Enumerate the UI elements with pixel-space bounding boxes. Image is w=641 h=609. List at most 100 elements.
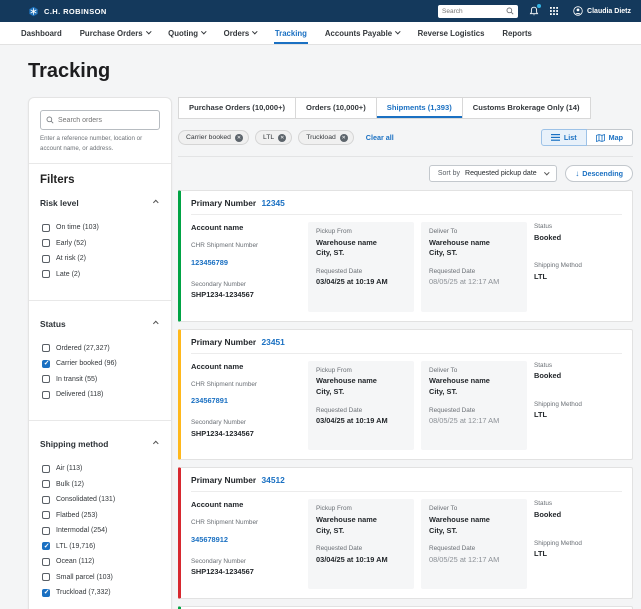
filter-option[interactable]: Delivered (118) (42, 390, 160, 399)
filter-section-header[interactable]: Status (40, 311, 160, 337)
remove-chip-icon[interactable]: ✕ (234, 133, 243, 142)
secondary-number-label: Secondary Number (191, 419, 247, 427)
checkbox-icon[interactable] (42, 511, 50, 520)
filter-option[interactable]: Carrier booked (96) (42, 359, 160, 368)
deliver-city: City, ST. (429, 386, 458, 396)
deliver-panel: Deliver To Warehouse name City, ST. Requ… (421, 499, 527, 590)
card-body: Account name CHR Shipment Number 1234567… (191, 222, 622, 312)
filter-option-label: Ocean (112) (56, 558, 95, 566)
account-column: Account name CHR Shipment number 2345678… (191, 361, 301, 451)
primary-number-link[interactable]: 34512 (262, 475, 285, 485)
pickup-warehouse: Warehouse name (316, 237, 377, 247)
filter-option[interactable]: Ordered (27,327) (42, 344, 160, 353)
filter-option[interactable]: Truckload (7,332) (42, 588, 160, 597)
checkbox-icon[interactable] (42, 495, 50, 504)
filter-option[interactable]: LTL (19,716) (42, 542, 160, 551)
checkbox-icon[interactable] (42, 464, 50, 473)
sort-by-select[interactable]: Sort by Requested pickup date (428, 165, 558, 182)
checkbox-icon[interactable] (42, 557, 50, 566)
filter-option[interactable]: Air (113) (42, 464, 160, 473)
global-search[interactable] (438, 4, 519, 18)
checkbox-icon[interactable] (42, 375, 50, 384)
tab-label: Shipments (1,393) (386, 103, 452, 112)
remove-chip-icon[interactable]: ✕ (339, 133, 348, 142)
orders-search-input[interactable] (58, 116, 154, 124)
filter-chip[interactable]: LTL ✕ (254, 130, 293, 145)
deliver-to-label: Deliver To (429, 505, 458, 513)
filter-option-label: Air (113) (56, 465, 83, 473)
chr-shipment-link[interactable]: 123456789 (191, 258, 228, 269)
search-icon (46, 116, 54, 124)
chevron-down-icon (252, 29, 258, 35)
pickup-warehouse: Warehouse name (316, 514, 377, 524)
primary-number-link[interactable]: 12345 (262, 198, 285, 208)
filter-option[interactable]: Small parcel (103) (42, 573, 160, 582)
filter-option[interactable]: Consolidated (131) (42, 495, 160, 504)
filter-option[interactable]: In transit (55) (42, 375, 160, 384)
filter-chip[interactable]: Carrier booked ✕ (178, 130, 249, 145)
checkbox-icon[interactable] (42, 390, 50, 399)
tab[interactable]: Customs Brokerage Only (14) (461, 97, 591, 119)
filter-option[interactable]: Early (52) (42, 239, 160, 248)
filter-option-label: In transit (55) (56, 375, 98, 383)
filter-option[interactable]: Bulk (12) (42, 480, 160, 489)
global-search-input[interactable] (442, 7, 507, 15)
tab[interactable]: Shipments (1,393) (375, 97, 463, 119)
checkbox-icon[interactable] (42, 223, 50, 232)
map-view-button[interactable]: Map (586, 129, 633, 146)
filter-chip[interactable]: Truckload ✕ (298, 130, 354, 145)
nav-item[interactable]: Purchase Orders (71, 22, 159, 44)
nav-item[interactable]: Reverse Logistics (409, 22, 494, 44)
user-menu[interactable]: Claudia Dietz (569, 6, 631, 16)
filter-option-label: Early (52) (56, 239, 87, 247)
checkbox-icon[interactable] (42, 542, 50, 551)
tab[interactable]: Purchase Orders (10,000+) (178, 97, 297, 119)
filter-option[interactable]: Late (2) (42, 270, 160, 279)
nav-item[interactable]: Dashboard (12, 22, 71, 44)
checkbox-icon[interactable] (42, 359, 50, 368)
shipping-method-value: LTL (534, 549, 547, 559)
checkbox-icon[interactable] (42, 254, 50, 263)
checkbox-icon[interactable] (42, 270, 50, 279)
pickup-from-label: Pickup From (316, 505, 352, 513)
remove-chip-icon[interactable]: ✕ (278, 133, 287, 142)
filter-option[interactable]: Ocean (112) (42, 557, 160, 566)
chr-shipment-link[interactable]: 234567891 (191, 396, 228, 407)
checkbox-icon[interactable] (42, 239, 50, 248)
checkbox-icon[interactable] (42, 588, 50, 597)
checkbox-icon[interactable] (42, 344, 50, 353)
primary-number-link[interactable]: 23451 (262, 337, 285, 347)
filter-option-label: Small parcel (103) (56, 573, 113, 581)
checkbox-icon[interactable] (42, 573, 50, 582)
filter-option[interactable]: On time (103) (42, 223, 160, 232)
pickup-date-value: 03/04/25 at 10:19 AM (316, 416, 388, 426)
nav-item[interactable]: Orders (215, 22, 266, 44)
nav-item[interactable]: Tracking (266, 22, 316, 44)
checkbox-icon[interactable] (42, 480, 50, 489)
nav-item[interactable]: Quoting (159, 22, 214, 44)
shipping-method-label: Shipping Method (534, 400, 582, 408)
filter-option-label: Flatbed (253) (56, 511, 98, 519)
filter-section-header[interactable]: Shipping method (40, 431, 160, 457)
checkbox-icon[interactable] (42, 526, 50, 535)
account-column: Account name CHR Shipment Number 3456789… (191, 499, 301, 589)
apps-grid-button[interactable] (550, 7, 559, 15)
chr-shipment-label: CHR Shipment number (191, 380, 258, 388)
nav-item[interactable]: Accounts Payable (316, 22, 409, 44)
nav-item[interactable]: Reports (493, 22, 540, 44)
clear-all-link[interactable]: Clear all (366, 133, 394, 142)
tab[interactable]: Orders (10,000+) (295, 97, 377, 119)
orders-search[interactable] (40, 110, 160, 130)
chips-group: Carrier booked ✕ LTL ✕ Truckload ✕ (178, 130, 354, 145)
chr-shipment-link[interactable]: 345678912 (191, 535, 228, 546)
filter-section-header[interactable]: Risk level (40, 190, 160, 216)
sort-direction-button[interactable]: ↓ Descending (565, 165, 633, 182)
filter-option[interactable]: Intermodal (254) (42, 526, 160, 535)
filter-option[interactable]: At risk (2) (42, 254, 160, 263)
chr-logo-icon[interactable] (28, 6, 39, 17)
list-view-button[interactable]: List (540, 129, 587, 146)
notification-dot (537, 3, 542, 8)
nav-item-label: Purchase Orders (79, 28, 143, 38)
notifications-button[interactable] (529, 3, 542, 17)
filter-option[interactable]: Flatbed (253) (42, 511, 160, 520)
